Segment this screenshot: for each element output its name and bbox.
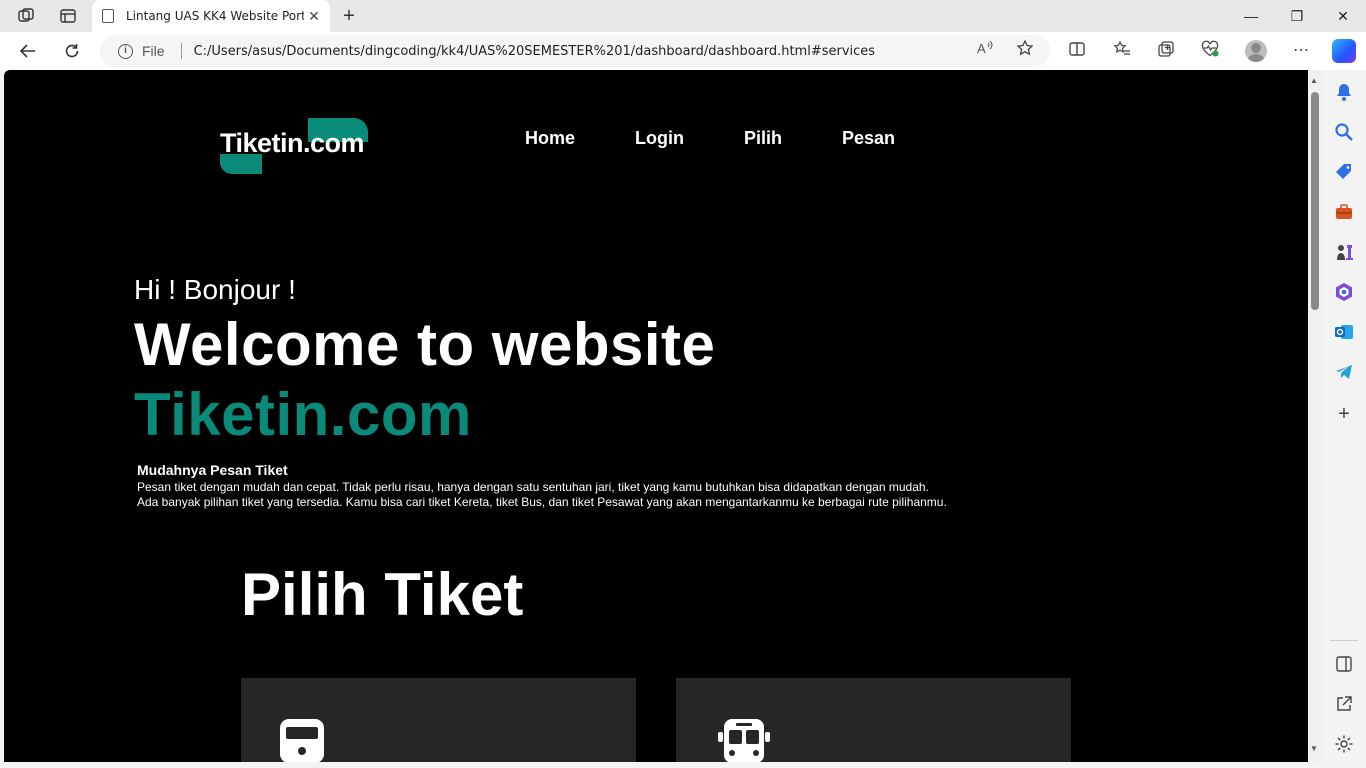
- favorites-icon[interactable]: [1111, 40, 1133, 62]
- external-open-icon[interactable]: [1334, 694, 1354, 714]
- nav-pilih-link[interactable]: Pilih: [744, 128, 782, 149]
- settings-icon[interactable]: [1334, 734, 1354, 754]
- address-bar[interactable]: i File C:/Users/asus/Documents/dingcodin…: [100, 35, 1050, 67]
- scroll-down-icon[interactable]: ▼: [1310, 744, 1318, 753]
- tab-title: Lintang UAS KK4 Website Portofolio: [126, 9, 304, 23]
- about-text-line-2: Ada banyak pilihan tiket yang tersedia. …: [137, 495, 947, 509]
- nav-pesan-link[interactable]: Pesan: [842, 128, 895, 149]
- more-menu-icon[interactable]: ⋯: [1290, 40, 1312, 62]
- copilot-icon[interactable]: [1332, 39, 1356, 63]
- new-tab-button[interactable]: +: [338, 5, 360, 27]
- address-divider: [180, 43, 182, 59]
- site-logo[interactable]: Tiketin.com: [220, 118, 370, 176]
- split-screen-icon[interactable]: [1066, 40, 1088, 62]
- about-text-line-1: Pesan tiket dengan mudah dan cepat. Tida…: [137, 480, 929, 494]
- refresh-icon[interactable]: [60, 40, 84, 62]
- minimize-button[interactable]: —: [1228, 0, 1274, 32]
- outlook-icon[interactable]: [1334, 322, 1354, 342]
- collections-icon[interactable]: [1155, 40, 1177, 62]
- page-scrollbar[interactable]: ▲ ▼: [1308, 70, 1322, 762]
- restore-button[interactable]: ❐: [1274, 0, 1320, 32]
- train-icon: [279, 718, 325, 762]
- tools-icon[interactable]: [1334, 202, 1354, 222]
- tab-actions-icon[interactable]: [58, 6, 78, 26]
- profile-avatar-icon[interactable]: [1245, 40, 1267, 62]
- microsoft365-icon[interactable]: [1334, 282, 1354, 302]
- telegram-icon[interactable]: [1334, 362, 1354, 382]
- services-heading: Pilih Tiket: [241, 561, 524, 628]
- hero-brand-heading: Tiketin.com: [134, 381, 472, 448]
- svg-text:A: A: [977, 41, 986, 56]
- bus-ticket-card[interactable]: [676, 678, 1071, 762]
- address-url[interactable]: C:/Users/asus/Documents/dingcoding/kk4/U…: [194, 44, 875, 59]
- train-ticket-card[interactable]: [241, 678, 636, 762]
- tab-close-icon[interactable]: ✕: [306, 8, 322, 24]
- close-window-button[interactable]: ✕: [1320, 0, 1366, 32]
- back-icon[interactable]: [16, 40, 40, 62]
- bottom-edge: [0, 762, 1322, 768]
- shopping-tag-icon[interactable]: [1334, 162, 1354, 182]
- hero-welcome-heading: Welcome to website: [134, 311, 716, 378]
- page-icon: [102, 9, 114, 23]
- browser-essentials-icon[interactable]: [1199, 40, 1221, 62]
- bus-icon: [718, 718, 770, 762]
- sidebar-divider: [1330, 640, 1358, 641]
- about-title: Mudahnya Pesan Tiket: [137, 462, 288, 478]
- search-icon[interactable]: [1334, 122, 1354, 142]
- scroll-up-icon[interactable]: ▲: [1310, 76, 1318, 85]
- read-aloud-icon[interactable]: A: [975, 39, 995, 59]
- edge-sidebar: +: [1322, 70, 1366, 768]
- active-tab[interactable]: Lintang UAS KK4 Website Portofolio ✕: [92, 0, 330, 32]
- address-scheme: File: [142, 43, 165, 59]
- hero-greeting: Hi ! Bonjour !: [134, 274, 296, 305]
- workspaces-icon[interactable]: [16, 6, 36, 26]
- browser-toolbar: i File C:/Users/asus/Documents/dingcodin…: [0, 32, 1366, 70]
- page-viewport: Tiketin.com Home Login Pilih Pesan Hi ! …: [4, 70, 1308, 762]
- favorite-star-icon[interactable]: [1015, 39, 1035, 59]
- title-bar: Lintang UAS KK4 Website Portofolio ✕ + —…: [0, 0, 1366, 32]
- add-icon[interactable]: +: [1334, 404, 1354, 424]
- sidebar-toggle-icon[interactable]: [1334, 654, 1354, 674]
- notifications-icon[interactable]: [1334, 82, 1354, 102]
- games-icon[interactable]: [1334, 242, 1354, 262]
- nav-login-link[interactable]: Login: [635, 128, 684, 149]
- logo-text: Tiketin.com: [220, 128, 365, 158]
- info-icon[interactable]: i: [118, 43, 133, 59]
- nav-home-link[interactable]: Home: [525, 128, 575, 149]
- scroll-thumb[interactable]: [1311, 92, 1319, 310]
